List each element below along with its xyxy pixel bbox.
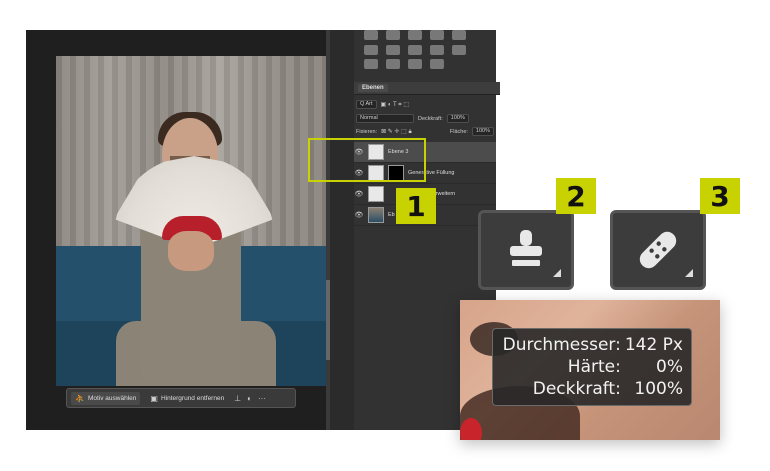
filter-icons[interactable]: ▣ ◐ T ⌗ ⬚ bbox=[381, 101, 409, 109]
eye-icon[interactable]: 👁︎ bbox=[354, 211, 364, 219]
opacity-label: Deckkraft: bbox=[418, 115, 443, 122]
adjustments-grid bbox=[358, 22, 494, 70]
person-hands bbox=[168, 231, 214, 271]
remove-background-button[interactable]: ▣ Hintergrund entfernen bbox=[146, 392, 228, 405]
canvas-area[interactable]: ⛹ Motiv auswählen ▣ Hintergrund entferne… bbox=[26, 30, 328, 430]
adjustment-cell[interactable] bbox=[408, 59, 422, 70]
adjustment-cell[interactable] bbox=[364, 30, 378, 40]
adjustment-icon[interactable]: ◐ bbox=[247, 394, 252, 403]
adjustment-cell[interactable] bbox=[430, 44, 444, 55]
healing-brush-tool-tile[interactable] bbox=[610, 210, 706, 290]
callout-badge-3: 3 bbox=[700, 178, 740, 214]
highlight-box-layer bbox=[308, 138, 426, 182]
fill-field[interactable]: 100% bbox=[471, 127, 494, 136]
healing-brush-icon bbox=[639, 231, 677, 269]
select-subject-label: Motiv auswählen bbox=[87, 394, 137, 402]
scrollbar-thumb[interactable] bbox=[326, 280, 330, 360]
eye-icon[interactable]: 👁︎ bbox=[354, 190, 364, 198]
adjustment-cell[interactable] bbox=[386, 44, 400, 55]
clone-stamp-tool-tile[interactable] bbox=[478, 210, 574, 290]
tool-flyout-indicator bbox=[553, 269, 561, 277]
diameter-label: Durchmesser: bbox=[502, 335, 621, 355]
image-icon: ▣ bbox=[150, 393, 158, 403]
adjustment-cell[interactable] bbox=[364, 44, 378, 55]
opacity-field[interactable]: 100% bbox=[446, 114, 469, 123]
layer-name: Eb bbox=[388, 212, 395, 218]
callout-badge-1: 1 bbox=[396, 188, 436, 224]
adjustment-cell[interactable] bbox=[408, 44, 422, 55]
callout-badge-2: 2 bbox=[556, 178, 596, 214]
zoom-red-detail bbox=[460, 418, 482, 440]
layer-thumbnail bbox=[368, 207, 384, 223]
transform-icon[interactable]: ⊥ bbox=[234, 394, 241, 403]
canvas-scrollbar[interactable] bbox=[326, 30, 330, 430]
contextual-task-bar: ⛹ Motiv auswählen ▣ Hintergrund entferne… bbox=[66, 388, 296, 408]
select-subject-button[interactable]: ⛹ Motiv auswählen bbox=[71, 391, 141, 405]
blend-row: Normal Deckkraft: 100% bbox=[356, 114, 494, 123]
brush-settings-tooltip: Durchmesser: 142 Px Härte: 0% Deckkraft:… bbox=[492, 328, 692, 406]
layers-panel-header: Ebenen bbox=[354, 82, 500, 95]
opacity-value: 100% bbox=[634, 379, 683, 399]
lock-icons[interactable]: ⊠ ✎ ✛ ⬚ 🔒︎ bbox=[381, 128, 412, 136]
person-select-icon: ⛹ bbox=[75, 393, 85, 403]
clone-stamp-icon bbox=[510, 230, 542, 266]
fill-label: Fläche: bbox=[449, 128, 468, 135]
adjustment-cell[interactable] bbox=[430, 59, 444, 70]
adjustment-cell[interactable] bbox=[386, 30, 400, 40]
lock-row: Fixieren: ⊠ ✎ ✛ ⬚ 🔒︎ Fläche: 100% bbox=[356, 127, 494, 136]
adjustment-cell[interactable] bbox=[408, 30, 422, 40]
hardness-label: Härte: bbox=[567, 357, 621, 377]
layer-filter-select[interactable]: Q Art bbox=[356, 100, 377, 109]
lock-label: Fixieren: bbox=[356, 128, 378, 135]
layers-tab[interactable]: Ebenen bbox=[358, 84, 388, 92]
adjustment-cell[interactable] bbox=[386, 59, 400, 70]
opacity-label: Deckkraft: bbox=[532, 379, 621, 399]
layers-filter-row: Q Art ▣ ◐ T ⌗ ⬚ bbox=[356, 100, 494, 109]
adjustment-cell[interactable] bbox=[452, 30, 466, 40]
layer-thumbnail bbox=[368, 186, 384, 202]
adjustment-cell[interactable] bbox=[430, 30, 444, 40]
blend-mode-select[interactable]: Normal bbox=[356, 114, 414, 123]
tool-flyout-indicator bbox=[685, 269, 693, 277]
diameter-value: 142 Px bbox=[624, 335, 683, 355]
adjustment-cell[interactable] bbox=[364, 59, 378, 70]
adjustment-cell[interactable] bbox=[452, 44, 466, 55]
remove-background-label: Hintergrund entfernen bbox=[160, 394, 225, 402]
hardness-value: 0% bbox=[656, 357, 683, 377]
more-options-icon[interactable]: ··· bbox=[258, 394, 266, 403]
document-photo[interactable] bbox=[56, 56, 328, 386]
